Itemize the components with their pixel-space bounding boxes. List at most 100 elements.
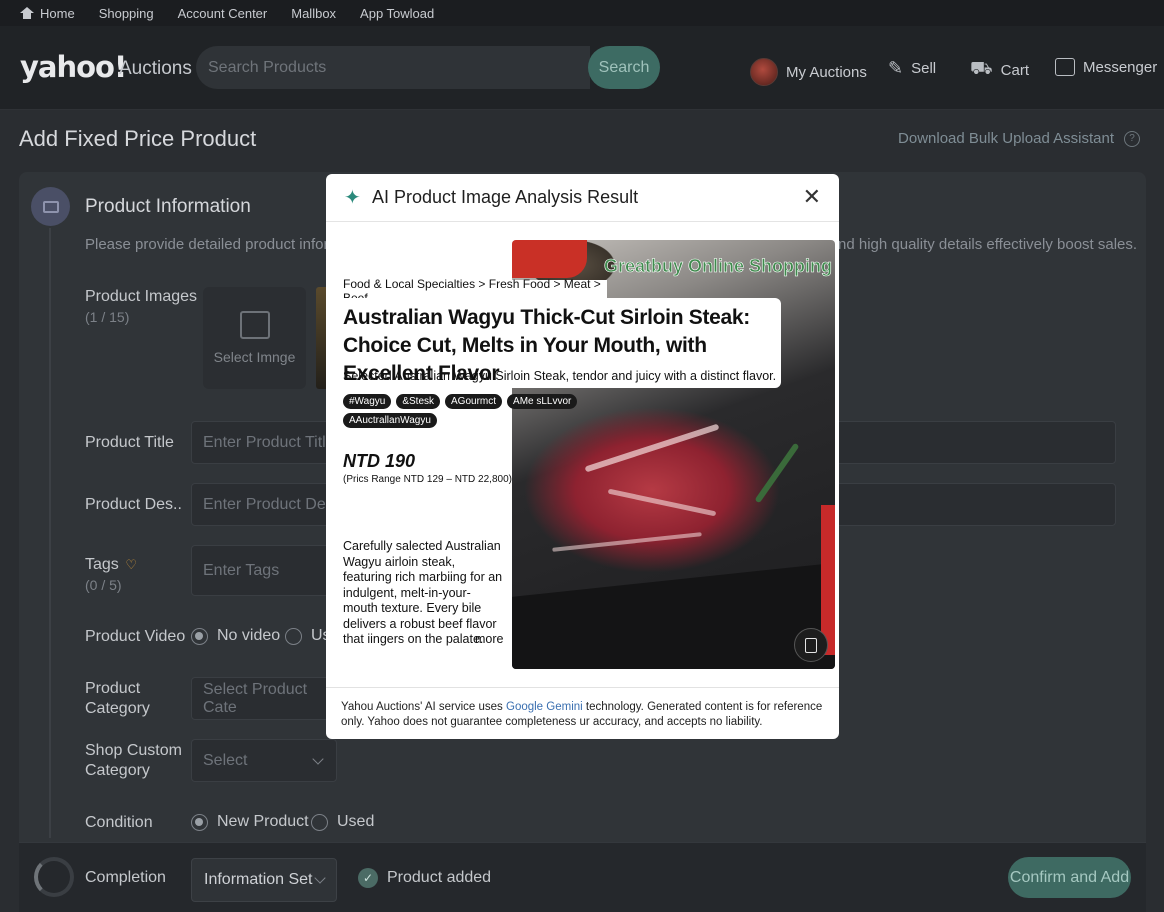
top-nav-bar: Home Shopping Account Center Mallbox App…	[0, 0, 1164, 26]
section-title: Product Information	[85, 196, 251, 217]
video-option-use[interactable]: Us	[285, 627, 331, 645]
cart-icon: ⛟	[970, 58, 993, 78]
images-label-text: Product Images	[85, 288, 198, 305]
select-image-button[interactable]: Select Imnge	[203, 287, 306, 389]
gemini-sparkle-icon	[344, 185, 362, 210]
condition-option-new[interactable]: New Product	[191, 813, 309, 831]
messenger-label: Messenger	[1083, 58, 1158, 76]
sell-icon: ✎	[888, 58, 904, 78]
tag-chip[interactable]: #Wagyu	[343, 394, 392, 409]
nav-account-center[interactable]: Account Center	[178, 6, 268, 21]
nav-home[interactable]: Home	[20, 6, 75, 21]
avatar	[750, 58, 778, 86]
tag-chip[interactable]: AAuctrallanWagyu	[343, 413, 437, 428]
ai-analysis-modal: AI Product Image Analysis Result ✕ Great…	[326, 174, 839, 739]
sell-label: Sell	[911, 60, 937, 77]
check-icon: ✓	[358, 868, 378, 888]
disclaimer-pre: Yahou Auctions' AI service uses	[341, 701, 506, 713]
shop-category-label-line1: Shop Custom	[85, 742, 182, 759]
radio-selected-icon[interactable]	[191, 813, 208, 831]
price-range: (Prics Range NTD 129 – NTD 22,800)	[343, 474, 512, 485]
category-label-line1: Product	[85, 680, 141, 697]
bulk-upload-label: Download Bulk Upload Assistant	[898, 130, 1114, 147]
messenger-link[interactable]: Messenger	[1055, 58, 1157, 76]
condition-option-used[interactable]: Used	[311, 813, 374, 831]
generated-price: NTD 190	[343, 451, 416, 471]
category-label: Product Category	[85, 679, 150, 719]
radio-icon[interactable]	[311, 813, 328, 831]
help-icon[interactable]: ?	[1124, 130, 1140, 147]
title-label: Product Title	[85, 434, 174, 451]
step-connector	[49, 228, 51, 838]
shop-category-label-line2: Category	[85, 762, 150, 779]
completion-label: Completion	[85, 869, 166, 886]
generated-tags: #Wagyu &Stesk AGourmct AMe sLLvvor AAuct…	[343, 394, 583, 428]
category-placeholder: Select Product Cate	[203, 680, 308, 716]
search-box	[196, 46, 590, 89]
cart-label: Cart	[1000, 61, 1029, 79]
generated-subtitle: Selected Australian Wagyu Sirloin Steak,…	[343, 369, 777, 383]
nav-app-download[interactable]: App Towload	[360, 6, 434, 21]
tags-label-text: Tags	[85, 556, 119, 573]
auctions-logo-text[interactable]: Auctions	[119, 58, 192, 80]
tag-chip[interactable]: AMe sLLvvor	[507, 394, 578, 409]
shop-category-select[interactable]: Select	[191, 739, 337, 782]
search-input[interactable]	[208, 58, 590, 77]
tag-chip[interactable]: AGourmct	[445, 394, 503, 409]
tags-label: Tags ♡ (0 / 5)	[85, 555, 139, 595]
information-set-select[interactable]: Information Set	[191, 858, 337, 902]
condition-label: Condition	[85, 814, 153, 831]
shop-category-placeholder: Select	[203, 751, 248, 769]
video-label: Product Video	[85, 628, 186, 645]
video-option-none[interactable]: No video	[191, 627, 280, 645]
search-button[interactable]: Search	[588, 46, 660, 89]
product-info-step-icon	[31, 187, 70, 226]
video-none-label: No video	[217, 627, 281, 644]
condition-new-label: New Product	[217, 813, 309, 830]
nav-shopping[interactable]: Shopping	[99, 6, 154, 21]
close-icon[interactable]: ✕	[803, 186, 821, 208]
cart-link[interactable]: ⛟ Cart	[970, 58, 1029, 82]
tag-chip[interactable]: &Stesk	[396, 394, 441, 409]
gemini-link[interactable]: Google Gemini	[506, 701, 583, 713]
more-link[interactable]: more	[475, 632, 503, 646]
site-header: yahoo! Auctions Search My Auctions ✎ Sel…	[0, 26, 1164, 110]
sell-link[interactable]: ✎ Sell	[888, 58, 936, 79]
category-select[interactable]: Select Product Cate	[191, 677, 341, 720]
completion-progress-ring	[34, 857, 74, 897]
yahoo-logo[interactable]: yahoo!	[20, 50, 127, 84]
shop-watermark: Greatbuy Online Shopping	[604, 256, 833, 277]
product-added-label: Product added	[387, 869, 492, 886]
add-image-icon	[239, 311, 270, 339]
confirm-and-add-button[interactable]: Confirm and Add	[1008, 857, 1131, 898]
description-label: Product Des..	[85, 496, 182, 513]
my-auctions-link[interactable]: My Auctions	[750, 58, 867, 86]
category-label-line2: Category	[85, 700, 150, 717]
modal-disclaimer: Yahou Auctions' AI service uses Google G…	[326, 687, 839, 739]
product-added-status: ✓ Product added	[358, 868, 491, 888]
chevron-down-icon	[314, 872, 326, 884]
radio-selected-icon[interactable]	[191, 627, 208, 645]
messenger-icon	[1055, 58, 1075, 76]
images-count: (1 / 15)	[85, 309, 130, 325]
images-label: Product Images (1 / 15)	[85, 287, 197, 327]
bulk-upload-link[interactable]: Download Bulk Upload Assistant ?	[898, 130, 1140, 147]
product-title-placeholder: Enter Product Title	[203, 433, 335, 451]
tags-placeholder: Enter Tags	[203, 561, 280, 579]
tags-input[interactable]: Enter Tags	[191, 545, 341, 596]
condition-used-label: Used	[337, 813, 375, 830]
nav-mailbox[interactable]: Mallbox	[291, 6, 336, 21]
tags-count: (0 / 5)	[85, 577, 122, 593]
home-icon	[20, 7, 34, 19]
my-auctions-label: My Auctions	[786, 63, 867, 81]
tag-heart-icon: ♡	[125, 557, 138, 572]
section-description-tail: nd high quality details effectively boos…	[838, 236, 1138, 253]
select-image-label: Select Imnge	[213, 349, 296, 365]
section-description: Please provide detailed product informa	[85, 236, 350, 253]
radio-icon[interactable]	[285, 627, 302, 645]
information-set-value: Information Set	[204, 871, 313, 888]
modal-header: AI Product Image Analysis Result	[326, 174, 839, 222]
copy-image-icon[interactable]	[794, 628, 828, 662]
completion-bar	[19, 842, 1146, 912]
chevron-down-icon	[312, 752, 324, 765]
